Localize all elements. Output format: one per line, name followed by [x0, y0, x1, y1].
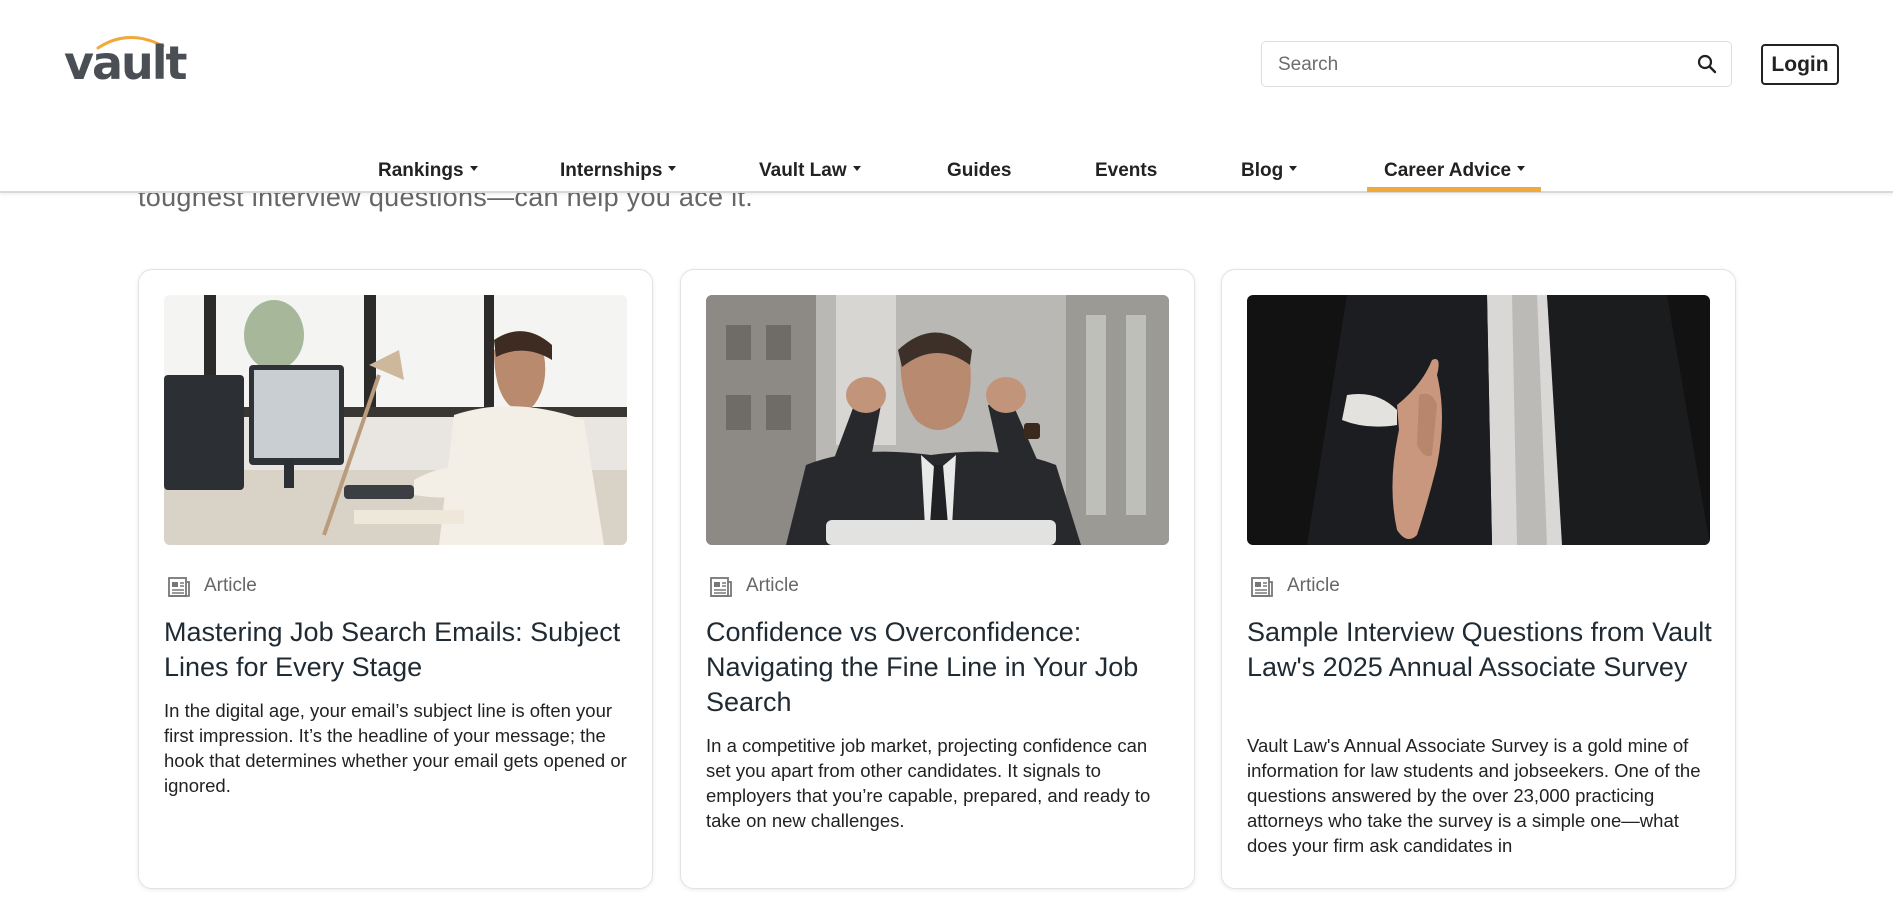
man-celebrating-image	[706, 295, 1169, 545]
nav-item-vault-law[interactable]: Vault Law	[759, 160, 861, 191]
article-image[interactable]	[706, 295, 1169, 545]
login-button[interactable]: Login	[1761, 44, 1839, 85]
content-type-label: Article	[1287, 575, 1340, 596]
search-input[interactable]	[1276, 50, 1680, 80]
article-icon	[710, 577, 732, 597]
handshake-image	[1247, 295, 1710, 545]
nav-item-label: Guides	[947, 160, 1012, 181]
article-title[interactable]: Mastering Job Search Emails: Subject Lin…	[164, 615, 634, 685]
search-icon[interactable]	[1697, 54, 1717, 74]
article-title[interactable]: Sample Interview Questions from Vault La…	[1247, 615, 1717, 685]
search-box	[1261, 41, 1732, 87]
content-type: Article	[166, 573, 257, 599]
nav-item-internships[interactable]: Internships	[560, 160, 677, 191]
nav-item-label: Rankings	[378, 160, 464, 181]
article-card[interactable]: Article Confidence vs Overconfidence: Na…	[680, 269, 1195, 889]
content-type: Article	[1249, 573, 1340, 599]
main-nav: Rankings Internships Vault Law Guides Ev…	[0, 150, 1893, 191]
article-image[interactable]	[164, 295, 627, 545]
nav-item-rankings[interactable]: Rankings	[378, 160, 478, 191]
caret-down-icon	[668, 166, 677, 172]
nav-item-events[interactable]: Events	[1095, 160, 1157, 191]
article-title[interactable]: Confidence vs Overconfidence: Navigating…	[706, 615, 1176, 720]
caret-down-icon	[1289, 166, 1298, 172]
nav-item-label: Career Advice	[1384, 160, 1512, 181]
logo-text: vault	[64, 36, 188, 90]
nav-item-guides[interactable]: Guides	[947, 160, 1011, 191]
nav-item-blog[interactable]: Blog	[1241, 160, 1298, 191]
article-card[interactable]: Article Mastering Job Search Emails: Sub…	[138, 269, 653, 889]
article-description: In a competitive job market, projecting …	[706, 735, 1151, 831]
nav-item-label: Vault Law	[759, 160, 847, 181]
article-card[interactable]: Article Sample Interview Questions from …	[1221, 269, 1736, 889]
caret-down-icon	[469, 166, 478, 172]
article-description: Vault Law's Annual Associate Survey is a…	[1247, 735, 1701, 856]
man-at-computer-image	[164, 295, 627, 545]
caret-down-icon	[1517, 166, 1526, 172]
vault-logo[interactable]: vault	[64, 32, 188, 88]
article-description: In the digital age, your email’s subject…	[164, 700, 627, 796]
article-icon	[1251, 577, 1273, 597]
caret-down-icon	[852, 166, 861, 172]
article-icon	[168, 577, 190, 597]
nav-item-label: Events	[1095, 160, 1158, 181]
site-header: vault Login Rankings Internships Vault L…	[0, 0, 1893, 193]
content-type: Article	[708, 573, 799, 599]
nav-active-indicator	[1367, 187, 1541, 192]
nav-item-label: Internships	[560, 160, 663, 181]
article-image[interactable]	[1247, 295, 1710, 545]
content-type-label: Article	[746, 575, 799, 596]
content-type-label: Article	[204, 575, 257, 596]
nav-item-label: Blog	[1241, 160, 1284, 181]
